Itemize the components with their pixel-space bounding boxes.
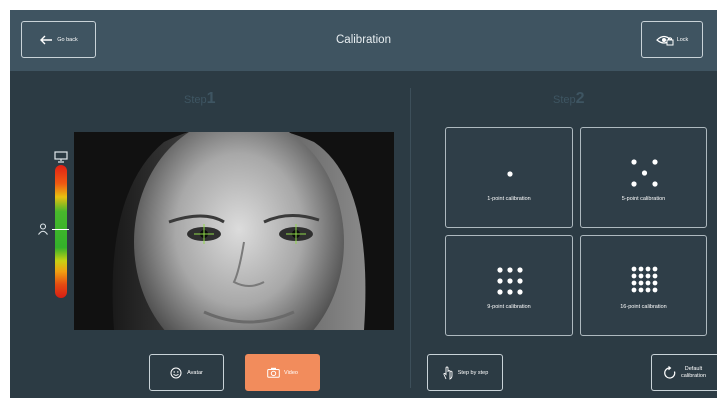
calibration-16-point-label: 16-point calibration (620, 304, 667, 310)
eye-lock-icon (655, 35, 674, 45)
step-1-heading: Step1 (184, 90, 216, 108)
camera-feed (74, 132, 394, 330)
left-eye-crosshair (194, 224, 214, 244)
lock-button[interactable]: Lock (641, 21, 703, 58)
page-title: Calibration (336, 34, 391, 46)
distance-meter (55, 165, 67, 298)
section-divider (410, 88, 411, 388)
right-eye-crosshair (286, 224, 306, 244)
calibration-5-point[interactable]: 5-point calibration (580, 127, 707, 228)
hand-pointer-icon (443, 366, 453, 380)
video-label: Video (284, 369, 298, 376)
calibration-9-point-label: 9-point calibration (487, 304, 531, 310)
step-1-number: 1 (206, 90, 216, 107)
rotate-icon (664, 365, 676, 379)
step-2-number: 2 (575, 90, 585, 107)
step-2-heading: Step2 (553, 90, 585, 108)
step-1-prefix: Step (184, 94, 207, 106)
person-icon (38, 223, 48, 235)
avatar-button[interactable]: Avatar (149, 354, 224, 391)
distance-indicator (52, 229, 69, 230)
face-image (74, 132, 394, 330)
calibration-9-point[interactable]: 9-point calibration (445, 235, 573, 336)
header-bar: Go back Calibration Lock (10, 10, 717, 71)
smiley-icon (170, 367, 182, 378)
five-point-pattern-icon (631, 159, 658, 187)
step-2-prefix: Step (553, 94, 576, 106)
calibration-window: Go back Calibration Lock Step1 Step2 1-p… (10, 10, 717, 398)
video-button[interactable]: Video (245, 354, 320, 391)
sixteen-point-pattern-icon (631, 266, 658, 293)
step-by-step-label: Step by step (457, 369, 489, 376)
avatar-label: Avatar (187, 369, 203, 376)
default-calibration-label: Default calibration (681, 366, 706, 380)
nine-point-pattern-icon (497, 267, 523, 295)
calibration-1-point[interactable]: 1-point calibration (445, 127, 573, 228)
calibration-1-point-label: 1-point calibration (487, 196, 531, 202)
default-calibration-line2: calibration (680, 372, 707, 379)
default-calibration-line1: Default (684, 365, 703, 372)
default-calibration-button[interactable]: Default calibration (651, 354, 717, 391)
one-point-pattern-icon (507, 171, 513, 177)
calibration-16-point[interactable]: 16-point calibration (580, 235, 707, 336)
lock-label: Lock (676, 36, 689, 43)
camera-icon (267, 367, 280, 378)
monitor-icon (54, 151, 68, 163)
step-by-step-button[interactable]: Step by step (427, 354, 503, 391)
calibration-5-point-label: 5-point calibration (621, 196, 666, 202)
